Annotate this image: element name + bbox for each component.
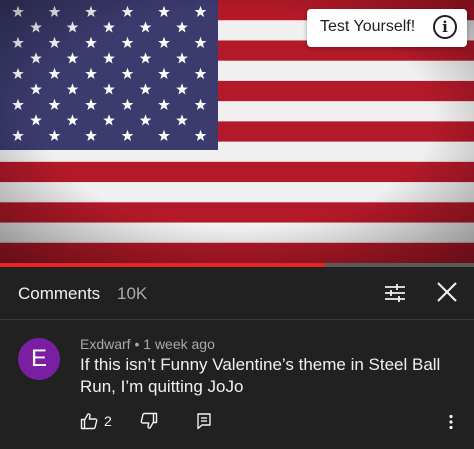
comment-author[interactable]: Exdwarf [80, 336, 131, 352]
comment-meta: Exdwarf • 1 week ago [80, 336, 215, 352]
thumbs-down-icon [140, 412, 158, 429]
comment-time: 1 week ago [143, 336, 215, 352]
video-player[interactable]: Test Yourself! i [0, 0, 474, 263]
comment-actions: 2 [0, 412, 474, 436]
dislike-button[interactable] [140, 412, 158, 430]
close-icon[interactable] [436, 281, 458, 303]
comment-text: If this isn’t Funny Valentine’s theme in… [80, 355, 441, 396]
avatar[interactable]: E [18, 338, 60, 380]
test-yourself-chip[interactable]: Test Yourself! i [307, 9, 467, 47]
meta-separator: • [134, 336, 140, 352]
comments-title: Comments [18, 284, 101, 303]
comments-header: Comments 10K [0, 267, 474, 319]
header-divider [0, 319, 474, 320]
like-button[interactable]: 2 [80, 412, 112, 430]
sort-sliders-icon[interactable] [384, 282, 406, 304]
test-yourself-label: Test Yourself! [320, 18, 416, 35]
reply-button[interactable] [196, 412, 212, 430]
thumbs-up-icon [80, 412, 98, 430]
info-icon[interactable]: i [433, 15, 457, 39]
comments-count: 10K [117, 284, 148, 303]
like-count: 2 [104, 413, 112, 429]
more-vert-icon[interactable] [448, 414, 454, 430]
reply-icon [197, 413, 211, 430]
